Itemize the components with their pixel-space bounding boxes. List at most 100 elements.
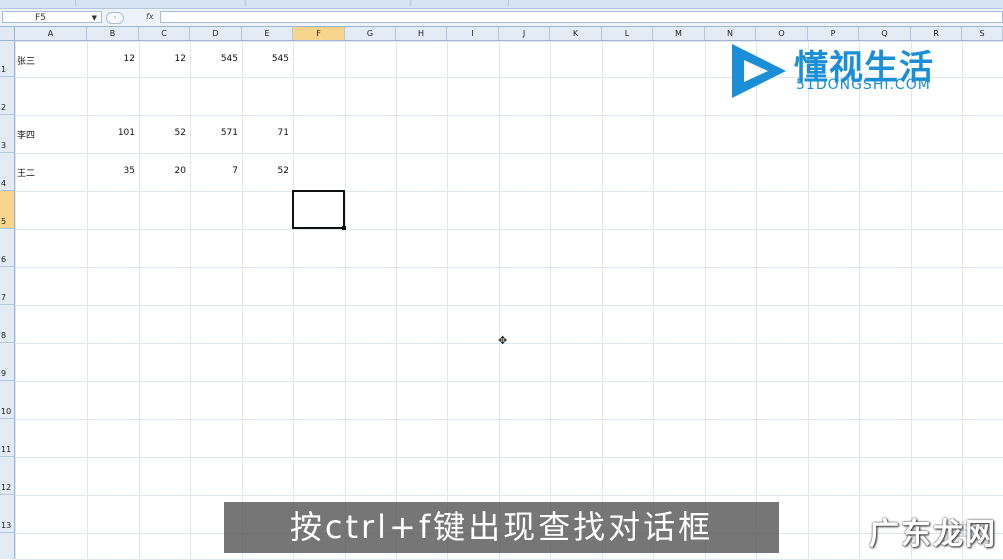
row-header-8[interactable]: 8 <box>0 305 14 343</box>
row-header-11[interactable]: 11 <box>0 419 14 457</box>
column-header-l[interactable]: L <box>602 27 653 40</box>
column-header-r[interactable]: R <box>911 27 962 40</box>
row-header-13[interactable]: 13 <box>0 495 14 533</box>
gridline <box>15 267 1003 268</box>
column-header-j[interactable]: J <box>499 27 550 40</box>
column-header-n[interactable]: N <box>705 27 756 40</box>
gridline <box>602 41 603 559</box>
row-header-2[interactable]: 2 <box>0 77 14 115</box>
column-header-h[interactable]: H <box>396 27 447 40</box>
cell-d1[interactable]: 545 <box>192 54 238 64</box>
column-header-o[interactable]: O <box>756 27 808 40</box>
gridline <box>15 191 1003 192</box>
column-header-s[interactable]: S <box>962 27 1003 40</box>
cell-d3[interactable]: 571 <box>192 128 238 138</box>
formula-input[interactable] <box>160 11 1003 23</box>
chevron-down-icon[interactable]: ▼ <box>92 12 97 24</box>
row-number: 12 <box>1 483 12 492</box>
name-box-value: F5 <box>35 13 46 23</box>
cell-b1[interactable]: 12 <box>89 54 135 64</box>
column-header-p[interactable]: P <box>808 27 859 40</box>
select-all-button[interactable] <box>0 27 15 40</box>
row-header-4[interactable]: 4 <box>0 153 14 191</box>
gridline <box>15 381 1003 382</box>
row-number: 1 <box>1 65 7 74</box>
cell-e3[interactable]: 71 <box>244 128 289 138</box>
row-number: 9 <box>1 369 7 378</box>
cell-e4[interactable]: 52 <box>244 166 289 176</box>
gridline <box>499 41 500 559</box>
cell-a4[interactable]: 王二 <box>17 166 83 179</box>
row-header-10[interactable]: 10 <box>0 381 14 419</box>
cell-b3[interactable]: 101 <box>89 128 135 138</box>
row-number: 3 <box>1 141 7 150</box>
name-box[interactable]: F5 ▼ <box>2 11 102 23</box>
column-header-k[interactable]: K <box>550 27 602 40</box>
cell-b4[interactable]: 35 <box>89 166 135 176</box>
row-number: 8 <box>1 331 7 340</box>
worksheet-grid[interactable]: 张三 12 12 545 545 李四 101 52 571 71 王二 35 20 7 52 <box>15 41 1003 560</box>
gridline <box>15 41 16 559</box>
column-header-f[interactable]: F <box>293 27 345 40</box>
gridline <box>962 41 963 559</box>
gridline <box>87 41 88 559</box>
column-header-q[interactable]: Q <box>859 27 911 40</box>
video-subtitle: 按ctrl+f键出现查找对话框 <box>224 502 779 553</box>
row-number: 4 <box>1 179 7 188</box>
gridline <box>293 41 294 559</box>
gridline <box>15 419 1003 420</box>
logo-text-en: 51DONGSHI.COM <box>796 77 931 93</box>
gridline <box>808 41 809 559</box>
gridline <box>15 343 1003 344</box>
row-headers: 1 2 3 4 5 6 7 8 9 10 11 12 13 <box>0 41 15 559</box>
column-header-c[interactable]: C <box>139 27 190 40</box>
formula-bar: F5 ▼ ◦ fx <box>0 9 1003 27</box>
cell-c4[interactable]: 20 <box>141 166 186 176</box>
gridline <box>653 41 654 559</box>
column-header-b[interactable]: B <box>87 27 139 40</box>
row-number: 7 <box>1 293 7 302</box>
row-number: 5 <box>1 217 7 226</box>
active-cell[interactable] <box>292 190 346 230</box>
cursor-icon: ✥ <box>498 334 508 347</box>
row-header-9[interactable]: 9 <box>0 343 14 381</box>
row-number: 13 <box>1 521 12 530</box>
gridline <box>15 115 1003 116</box>
cell-c1[interactable]: 12 <box>141 54 186 64</box>
row-number: 10 <box>1 407 12 416</box>
gridline <box>15 457 1003 458</box>
gridline <box>15 229 1003 230</box>
brand-logo: 懂视生活 51DONGSHI.COM <box>728 42 958 100</box>
row-header-6[interactable]: 6 <box>0 229 14 267</box>
column-header-i[interactable]: I <box>447 27 499 40</box>
column-headers: ABCDEFGHIJKLMNOPQRS <box>0 27 1003 41</box>
row-header-12[interactable]: 12 <box>0 457 14 495</box>
row-header-5[interactable]: 5 <box>0 191 14 229</box>
column-header-a[interactable]: A <box>15 27 87 40</box>
column-header-d[interactable]: D <box>190 27 242 40</box>
site-watermark: 广东龙网 <box>869 517 997 552</box>
function-icon[interactable]: fx <box>146 12 158 22</box>
cell-c3[interactable]: 52 <box>141 128 186 138</box>
expand-icon[interactable]: ◦ <box>106 12 124 24</box>
gridline <box>15 305 1003 306</box>
gridline <box>15 495 1003 496</box>
row-number: 2 <box>1 103 7 112</box>
gridline <box>756 41 757 559</box>
gridline <box>705 41 706 559</box>
column-header-m[interactable]: M <box>653 27 705 40</box>
play-logo-icon <box>732 44 786 98</box>
gridline <box>15 153 1003 154</box>
cell-a1[interactable]: 张三 <box>17 54 83 67</box>
column-header-e[interactable]: E <box>242 27 293 40</box>
column-header-g[interactable]: G <box>345 27 396 40</box>
row-header-3[interactable]: 3 <box>0 115 14 153</box>
row-header-7[interactable]: 7 <box>0 267 14 305</box>
row-header-1[interactable]: 1 <box>0 41 14 77</box>
ribbon-strip <box>0 0 1003 9</box>
cell-a3[interactable]: 李四 <box>17 128 83 141</box>
cell-e1[interactable]: 545 <box>244 54 289 64</box>
row-number: 6 <box>1 255 7 264</box>
gridline <box>396 41 397 559</box>
cell-d4[interactable]: 7 <box>192 166 238 176</box>
